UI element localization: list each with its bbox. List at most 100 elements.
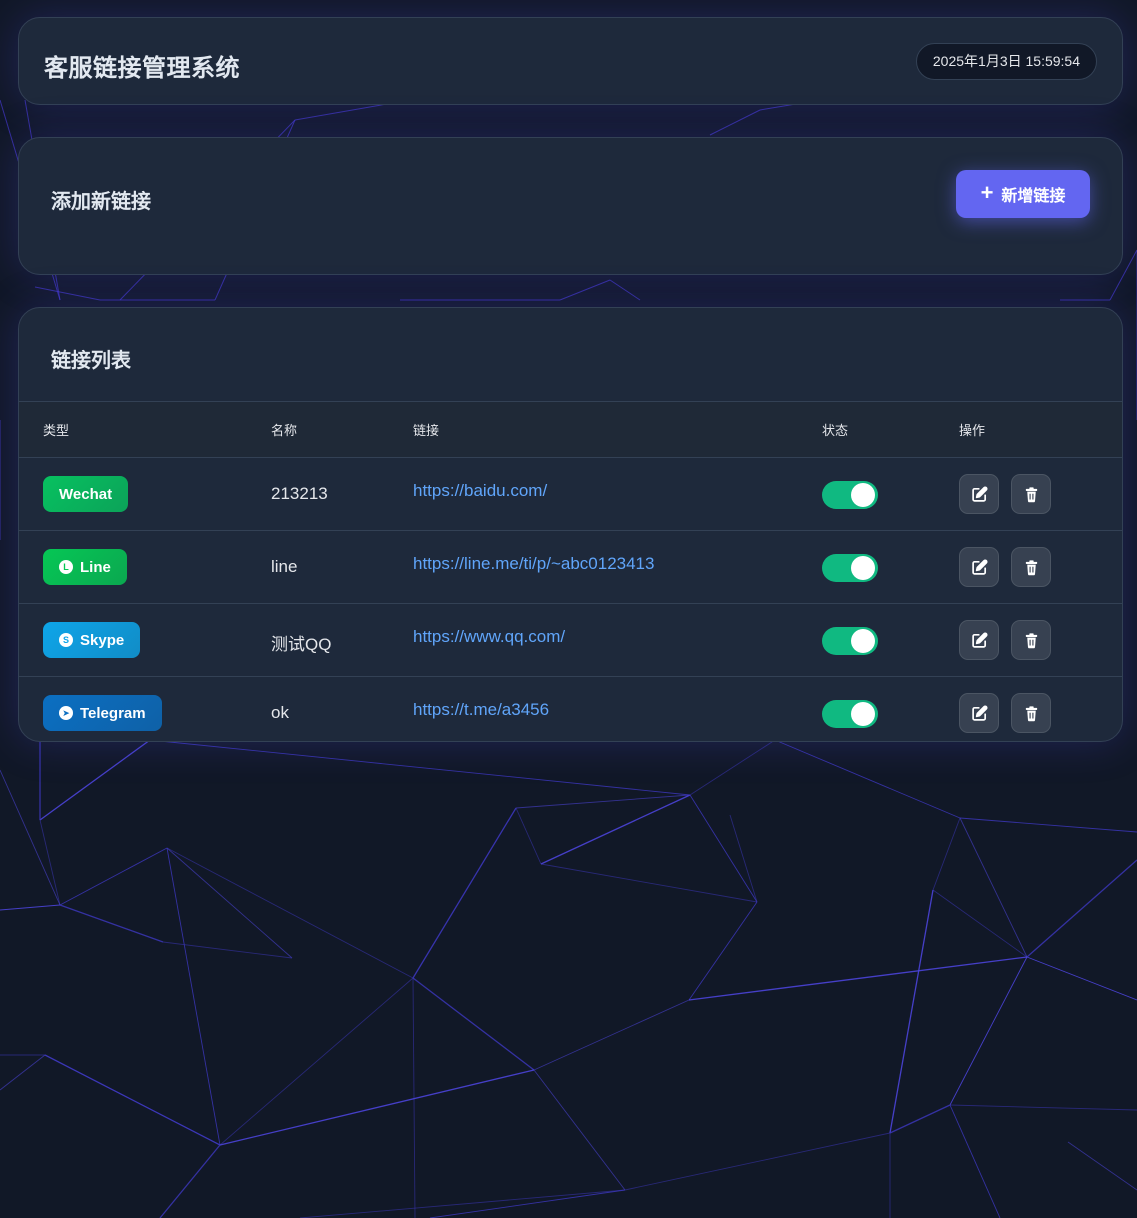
status-toggle[interactable] [822, 481, 878, 509]
network-line [0, 1054, 46, 1091]
network-line [533, 1069, 626, 1191]
edit-button[interactable] [959, 474, 999, 514]
network-line [540, 794, 691, 865]
network-line [59, 904, 164, 943]
type-badge: Wechat [43, 476, 129, 512]
network-line [39, 819, 61, 906]
network-line [166, 847, 221, 1146]
link-name: line [271, 557, 298, 576]
column-header-name: 名称 [271, 423, 298, 438]
network-line [889, 889, 934, 1134]
trash-icon [1025, 559, 1037, 575]
delete-button[interactable] [1011, 693, 1051, 733]
link-name: 测试QQ [271, 635, 332, 654]
edit-icon [971, 559, 987, 575]
network-line [949, 956, 1028, 1106]
type-badge-label: Telegram [80, 704, 146, 722]
network-line [729, 814, 758, 903]
skype-icon: S [59, 633, 73, 647]
network-line [412, 977, 535, 1071]
type-badge-label: Skype [80, 631, 125, 649]
network-line [219, 1069, 535, 1146]
network-line [299, 1189, 626, 1218]
status-toggle[interactable] [822, 554, 878, 582]
network-line [959, 817, 1137, 833]
table-row: S Skype 测试QQ https://www.qq.com/ [19, 603, 1122, 676]
edit-button[interactable] [959, 693, 999, 733]
network-line [59, 847, 168, 906]
trash-icon [1025, 486, 1037, 502]
network-line [159, 1144, 221, 1218]
network-line [1026, 956, 1137, 1001]
trash-icon [1025, 632, 1037, 648]
link-url[interactable]: https://baidu.com/ [413, 481, 547, 501]
header-card: 客服链接管理系统 2025年1月3日 15:59:54 [18, 17, 1123, 105]
table-row: ➤ Telegram ok https://t.me/a3456 [19, 676, 1122, 741]
network-line [932, 817, 961, 891]
line-icon: L [59, 560, 73, 574]
network-line [688, 956, 1028, 1001]
trash-icon [1025, 705, 1037, 721]
network-line [709, 109, 761, 136]
type-badge: L Line [43, 549, 127, 585]
link-url[interactable]: https://line.me/ti/p/~abc0123413 [413, 554, 654, 574]
status-toggle[interactable] [822, 627, 878, 655]
page-title: 客服链接管理系统 [44, 55, 240, 82]
delete-button[interactable] [1011, 474, 1051, 514]
toggle-knob [851, 483, 875, 507]
link-list-card: 链接列表 类型 名称 链接 状态 操作 Wechat 213213 https://… [18, 307, 1123, 742]
network-line [533, 999, 690, 1071]
type-badge: S Skype [43, 622, 141, 658]
type-badge-label: Wechat [59, 485, 113, 503]
network-line [166, 847, 414, 979]
network-line [515, 794, 691, 809]
table-row: Wechat 213213 https://baidu.com/ [19, 457, 1122, 530]
network-line [149, 739, 691, 796]
edit-icon [971, 486, 987, 502]
toggle-knob [851, 702, 875, 726]
type-badge: ➤ Telegram [43, 695, 162, 731]
link-name: ok [271, 703, 289, 722]
column-header-status: 状态 [822, 423, 849, 438]
network-line [166, 847, 293, 959]
link-url[interactable]: https://www.qq.com/ [413, 627, 565, 647]
add-link-button-label: 新增链接 [1001, 188, 1066, 205]
delete-button[interactable] [1011, 620, 1051, 660]
delete-button[interactable] [1011, 547, 1051, 587]
edit-button[interactable] [959, 547, 999, 587]
network-line [1026, 859, 1137, 958]
table-row: L Line line https://line.me/ti/p/~abc012341… [19, 530, 1122, 603]
network-line [774, 739, 961, 819]
network-line [540, 863, 758, 903]
status-toggle[interactable] [822, 700, 878, 728]
table-header: 类型 名称 链接 状态 操作 [19, 401, 1122, 457]
network-line [412, 807, 517, 979]
add-link-button[interactable]: + 新增链接 [956, 170, 1090, 218]
network-line [0, 769, 61, 906]
datetime-badge: 2025年1月3日 15:59:54 [915, 43, 1097, 80]
network-line [1067, 1141, 1137, 1191]
link-name: 213213 [271, 484, 328, 503]
plus-icon: + [980, 180, 994, 205]
network-line [949, 1104, 1001, 1218]
add-link-card: 添加新链接 + 新增链接 [18, 137, 1123, 275]
type-badge-label: Line [80, 558, 111, 576]
network-line [932, 889, 1028, 958]
toggle-knob [851, 556, 875, 580]
network-line [624, 1132, 891, 1191]
toggle-knob [851, 629, 875, 653]
network-line [609, 279, 641, 301]
edit-button[interactable] [959, 620, 999, 660]
network-line [689, 794, 758, 903]
network-line [688, 901, 758, 1001]
add-section-title: 添加新链接 [51, 191, 151, 213]
edit-icon [971, 705, 987, 721]
link-url[interactable]: https://t.me/a3456 [413, 700, 549, 720]
edit-icon [971, 632, 987, 648]
list-section-title: 链接列表 [51, 350, 131, 372]
network-line [162, 941, 293, 959]
network-line [0, 904, 61, 911]
column-header-actions: 操作 [959, 423, 986, 438]
network-line [34, 286, 101, 301]
network-line [44, 1054, 221, 1146]
